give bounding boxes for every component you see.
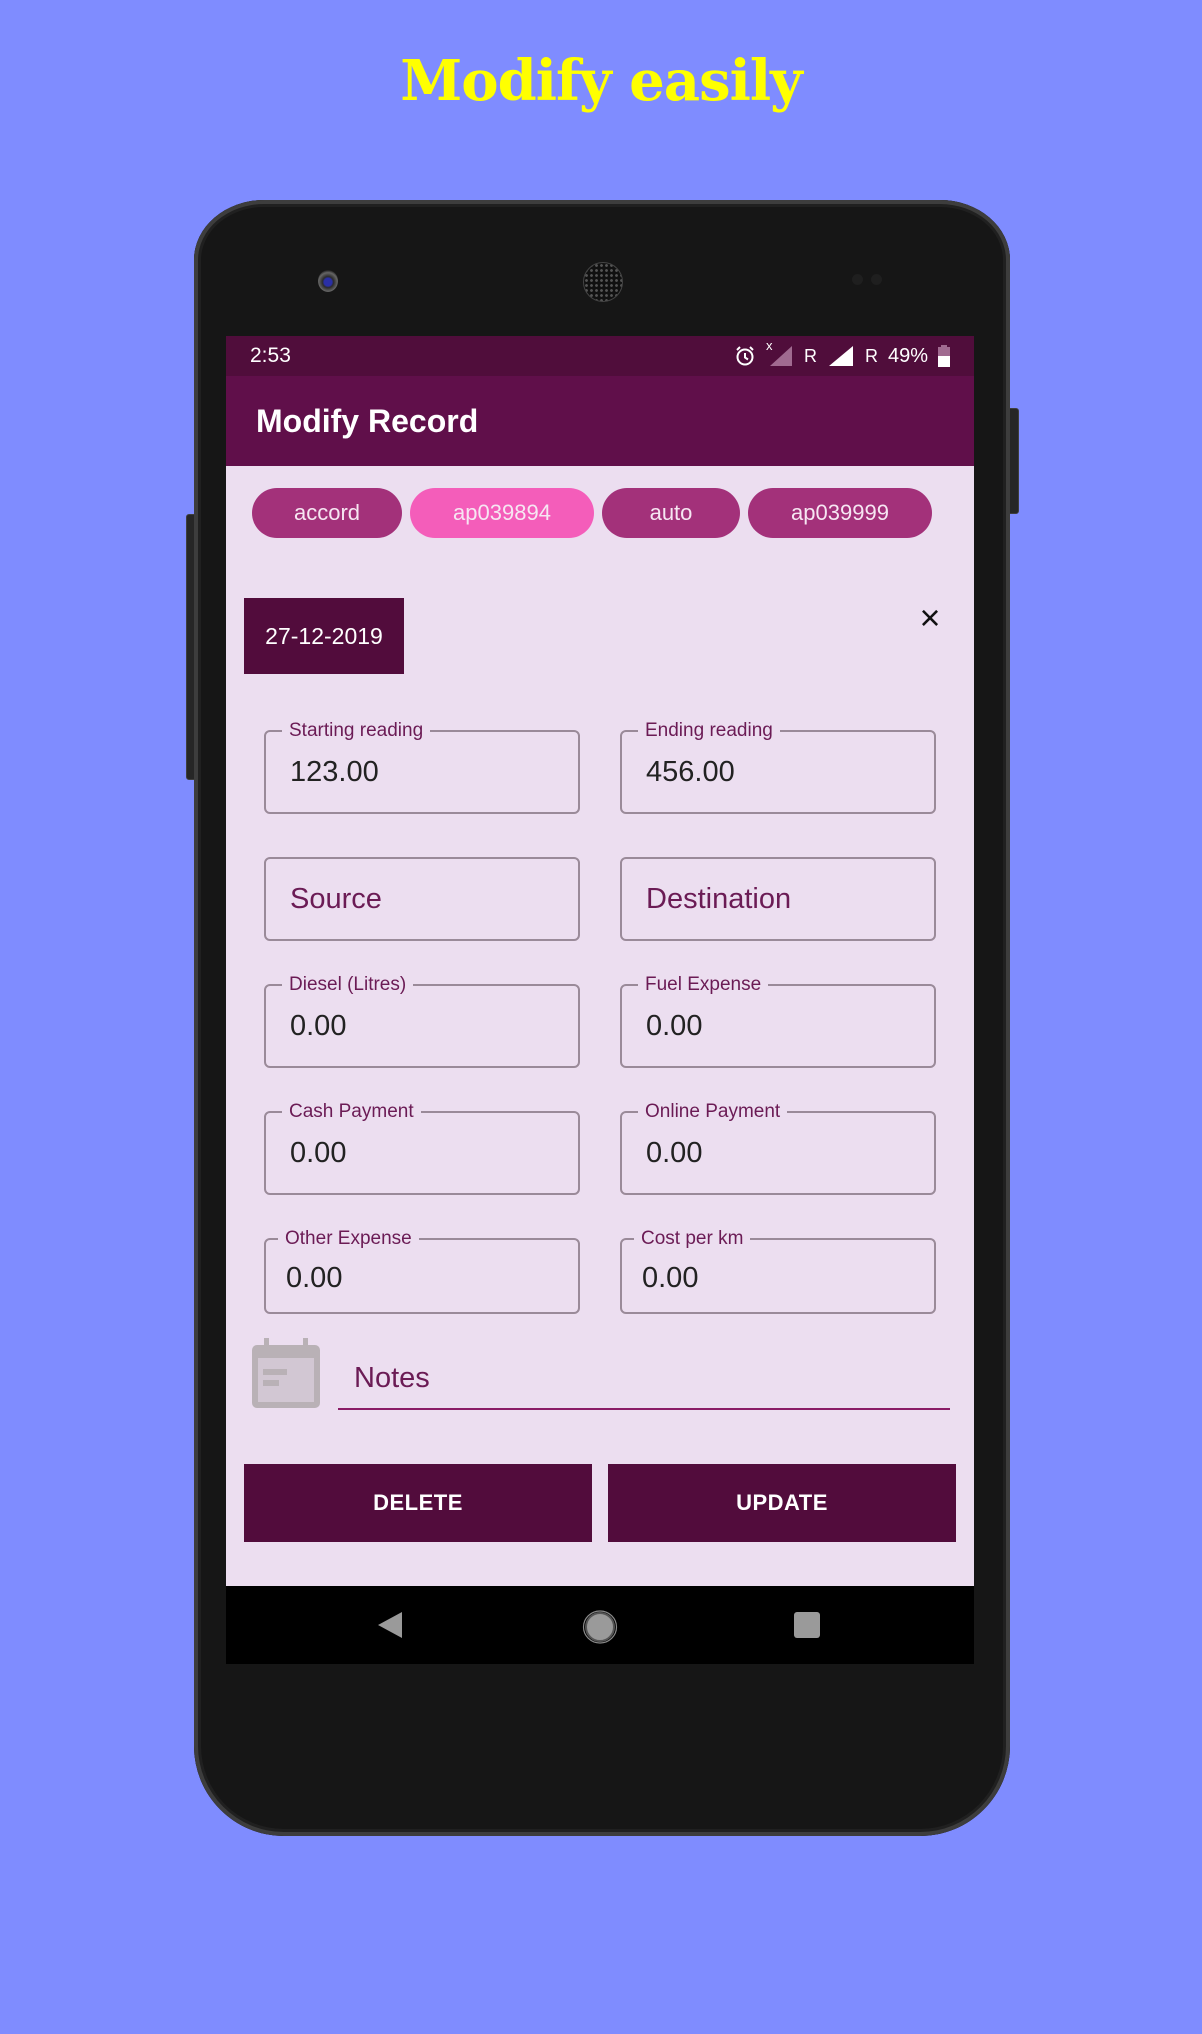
online-payment-field[interactable]: Online Payment 0.00: [620, 1101, 936, 1195]
status-time: 2:53: [250, 344, 291, 367]
home-nav-icon[interactable]: [582, 1610, 618, 1644]
cash-payment-label: Cash Payment: [282, 1101, 421, 1123]
starting-reading-value: 123.00: [290, 756, 379, 788]
recents-nav-icon[interactable]: [792, 1610, 822, 1640]
notes-calendar-icon: [252, 1338, 320, 1408]
cash-payment-value: 0.00: [290, 1137, 347, 1169]
close-icon[interactable]: ×: [912, 600, 948, 636]
earpiece-speaker-icon: [583, 262, 623, 302]
banner-title: Modify easily: [400, 48, 802, 114]
fuel-expense-value: 0.00: [646, 1010, 703, 1042]
notes-placeholder: Notes: [354, 1362, 430, 1394]
navigation-bar: [226, 1586, 974, 1664]
starting-reading-label: Starting reading: [282, 720, 431, 742]
fuel-expense-field[interactable]: Fuel Expense 0.00: [620, 974, 936, 1068]
starting-reading-field[interactable]: Starting reading 123.00: [264, 720, 580, 814]
proximity-sensors: [852, 272, 892, 285]
cash-payment-field[interactable]: Cash Payment 0.00: [264, 1101, 580, 1195]
battery-percent: 49%: [887, 344, 928, 367]
app-bar: Modify Record: [226, 376, 974, 466]
notes-input[interactable]: Notes: [338, 1338, 950, 1410]
source-placeholder: Source: [290, 883, 382, 915]
fuel-expense-label: Fuel Expense: [638, 974, 769, 996]
roaming-label: R: [864, 345, 878, 366]
signal-icon: [828, 346, 853, 366]
screen: 2:53 x R R 49% Modify Record accord ap03…: [226, 336, 974, 1664]
online-payment-label: Online Payment: [638, 1101, 788, 1123]
no-sim-mark: x: [765, 338, 773, 353]
alarm-icon: [736, 346, 754, 366]
chip-ap039999[interactable]: ap039999: [748, 488, 932, 538]
online-payment-value: 0.00: [646, 1137, 703, 1169]
update-button[interactable]: UPDATE: [608, 1464, 956, 1542]
vehicle-chip-group: accord ap039894 auto ap039999: [226, 466, 974, 538]
source-field[interactable]: Source: [264, 857, 580, 941]
cost-per-km-label: Cost per km: [634, 1228, 751, 1250]
page-title: Modify Record: [256, 402, 479, 439]
destination-placeholder: Destination: [646, 883, 792, 915]
ending-reading-label: Ending reading: [638, 720, 780, 742]
ending-reading-field[interactable]: Ending reading 456.00: [620, 720, 936, 814]
chip-ap039894[interactable]: ap039894: [410, 488, 594, 538]
date-picker-button[interactable]: 27-12-2019: [244, 598, 404, 674]
other-expense-field[interactable]: Other Expense 0.00: [264, 1228, 580, 1314]
other-expense-label: Other Expense: [278, 1228, 419, 1250]
ending-reading-value: 456.00: [646, 756, 735, 788]
delete-button[interactable]: DELETE: [244, 1464, 592, 1542]
battery-icon: [938, 345, 950, 367]
signal-no-sim-icon: x: [766, 338, 794, 368]
cost-per-km-field[interactable]: Cost per km 0.00: [620, 1228, 936, 1314]
chip-accord[interactable]: accord: [252, 488, 402, 538]
destination-field[interactable]: Destination: [620, 857, 936, 941]
diesel-field[interactable]: Diesel (Litres) 0.00: [264, 974, 580, 1068]
chip-auto[interactable]: auto: [602, 488, 740, 538]
cost-per-km-value: 0.00: [642, 1262, 699, 1294]
back-nav-icon[interactable]: [376, 1610, 404, 1640]
diesel-value: 0.00: [290, 1010, 347, 1042]
diesel-label: Diesel (Litres): [282, 974, 414, 996]
other-expense-value: 0.00: [286, 1262, 343, 1294]
status-bar: 2:53 x R R 49%: [226, 336, 974, 376]
front-camera-icon: [318, 270, 338, 292]
roaming-label: R: [803, 345, 817, 366]
